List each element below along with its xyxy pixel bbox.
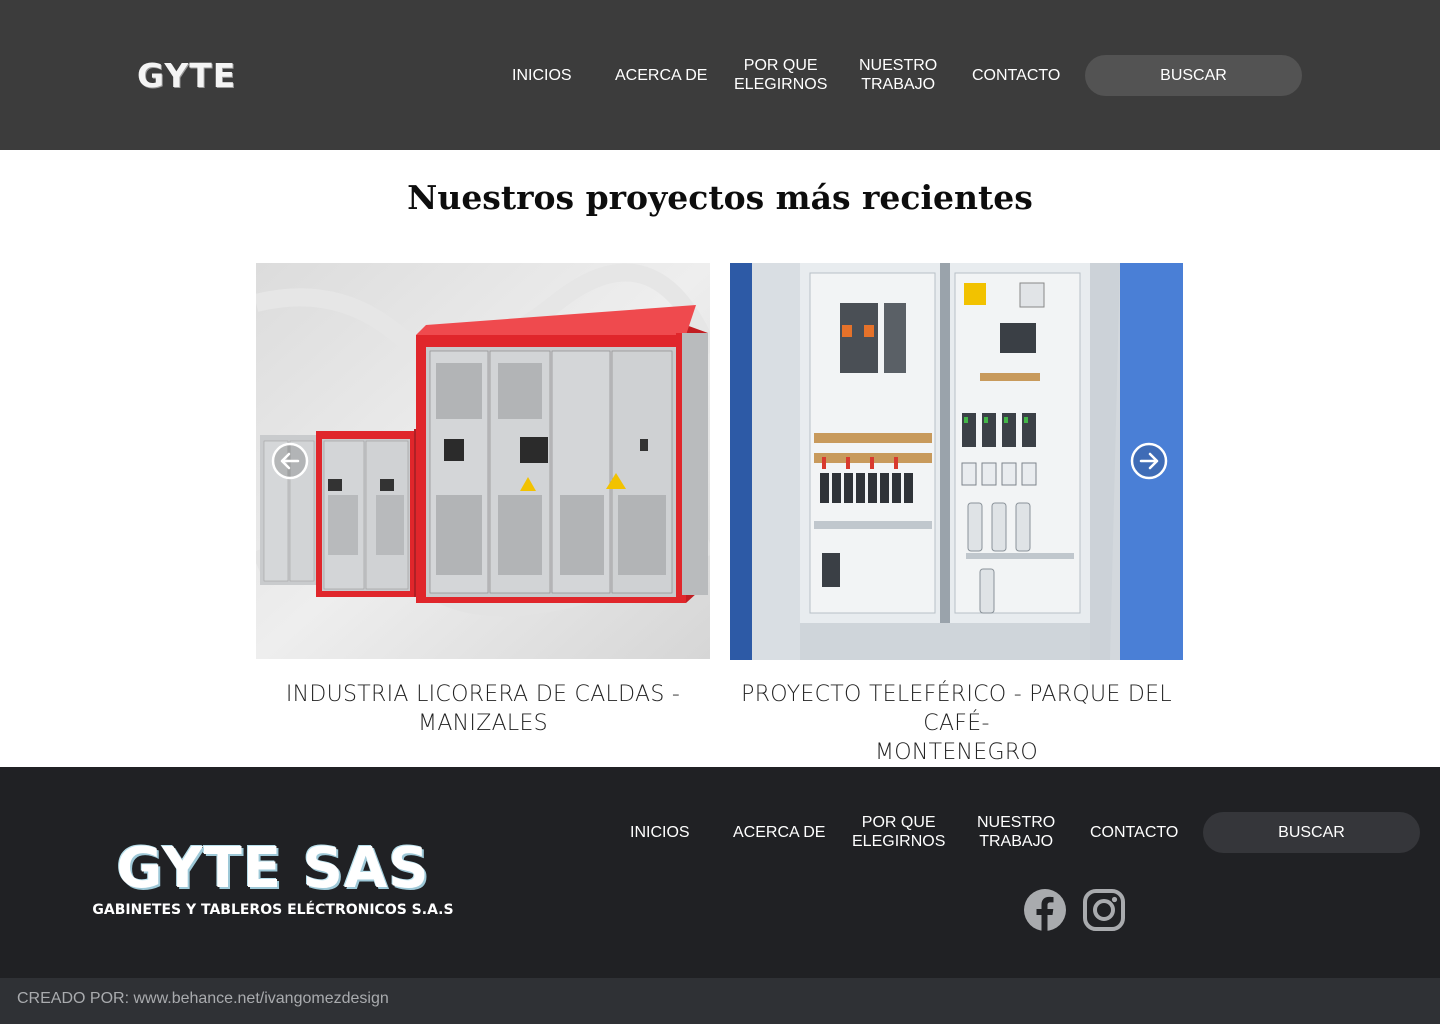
- nav-inicios[interactable]: INICIOS: [512, 66, 572, 85]
- section-title: Nuestros proyectos más recientes: [407, 178, 1033, 217]
- header-logo[interactable]: GYTE: [137, 56, 236, 95]
- footer-search-button[interactable]: BUSCAR: [1203, 812, 1420, 853]
- project-caption-teleferico: PROYECTO TELEFÉRICO - PARQUE DEL CAFÉ- M…: [741, 682, 1172, 765]
- cabinets-illustration: [256, 263, 710, 659]
- arrow-right-circle-icon: [1130, 442, 1168, 480]
- nav-acerca-de[interactable]: ACERCA DE: [615, 66, 707, 85]
- arrow-left-circle-icon: [271, 442, 309, 480]
- carousel-prev-button[interactable]: [271, 442, 309, 480]
- carousel-next-button[interactable]: [1130, 442, 1168, 480]
- footer-logo[interactable]: GYTE SAS GABINETES Y TABLEROS ELÉCTRONIC…: [78, 837, 468, 919]
- project-image-teleferico[interactable]: [730, 263, 1183, 660]
- footer-nav-nuestro-trabajo[interactable]: NUESTRO TRABAJO: [977, 813, 1055, 851]
- footer-logo-title: GYTE SAS: [116, 836, 430, 901]
- nav-nuestro-trabajo[interactable]: NUESTRO TRABAJO: [859, 56, 937, 94]
- nav-por-que-elegirnos[interactable]: POR QUE ELEGIRNOS: [734, 56, 827, 94]
- footer-logo-subtitle: GABINETES Y TABLEROS ELÉCTRONICOS S.A.S: [92, 902, 454, 918]
- facebook-icon: [1024, 889, 1066, 931]
- project-caption-licorera: INDUSTRIA LICORERA DE CALDAS - MANIZALES: [285, 682, 681, 736]
- footer-nav-inicios[interactable]: INICIOS: [630, 823, 690, 842]
- site-header: GYTE INICIOS ACERCA DE POR QUE ELEGIRNOS…: [0, 0, 1440, 150]
- electrical-panel-illustration: [730, 263, 1183, 660]
- project-image-licorera[interactable]: [256, 263, 710, 659]
- nav-contacto[interactable]: CONTACTO: [972, 66, 1060, 85]
- footer-nav-acerca-de[interactable]: ACERCA DE: [733, 823, 825, 842]
- footer-nav-por-que-elegirnos[interactable]: POR QUE ELEGIRNOS: [852, 813, 945, 851]
- instagram-icon: [1083, 889, 1125, 931]
- credit-text: CREADO POR: www.behance.net/ivangomezdes…: [17, 990, 389, 1007]
- instagram-link[interactable]: [1082, 888, 1126, 932]
- facebook-link[interactable]: [1023, 888, 1067, 932]
- header-search-button[interactable]: BUSCAR: [1085, 55, 1302, 96]
- footer-nav-contacto[interactable]: CONTACTO: [1090, 823, 1178, 842]
